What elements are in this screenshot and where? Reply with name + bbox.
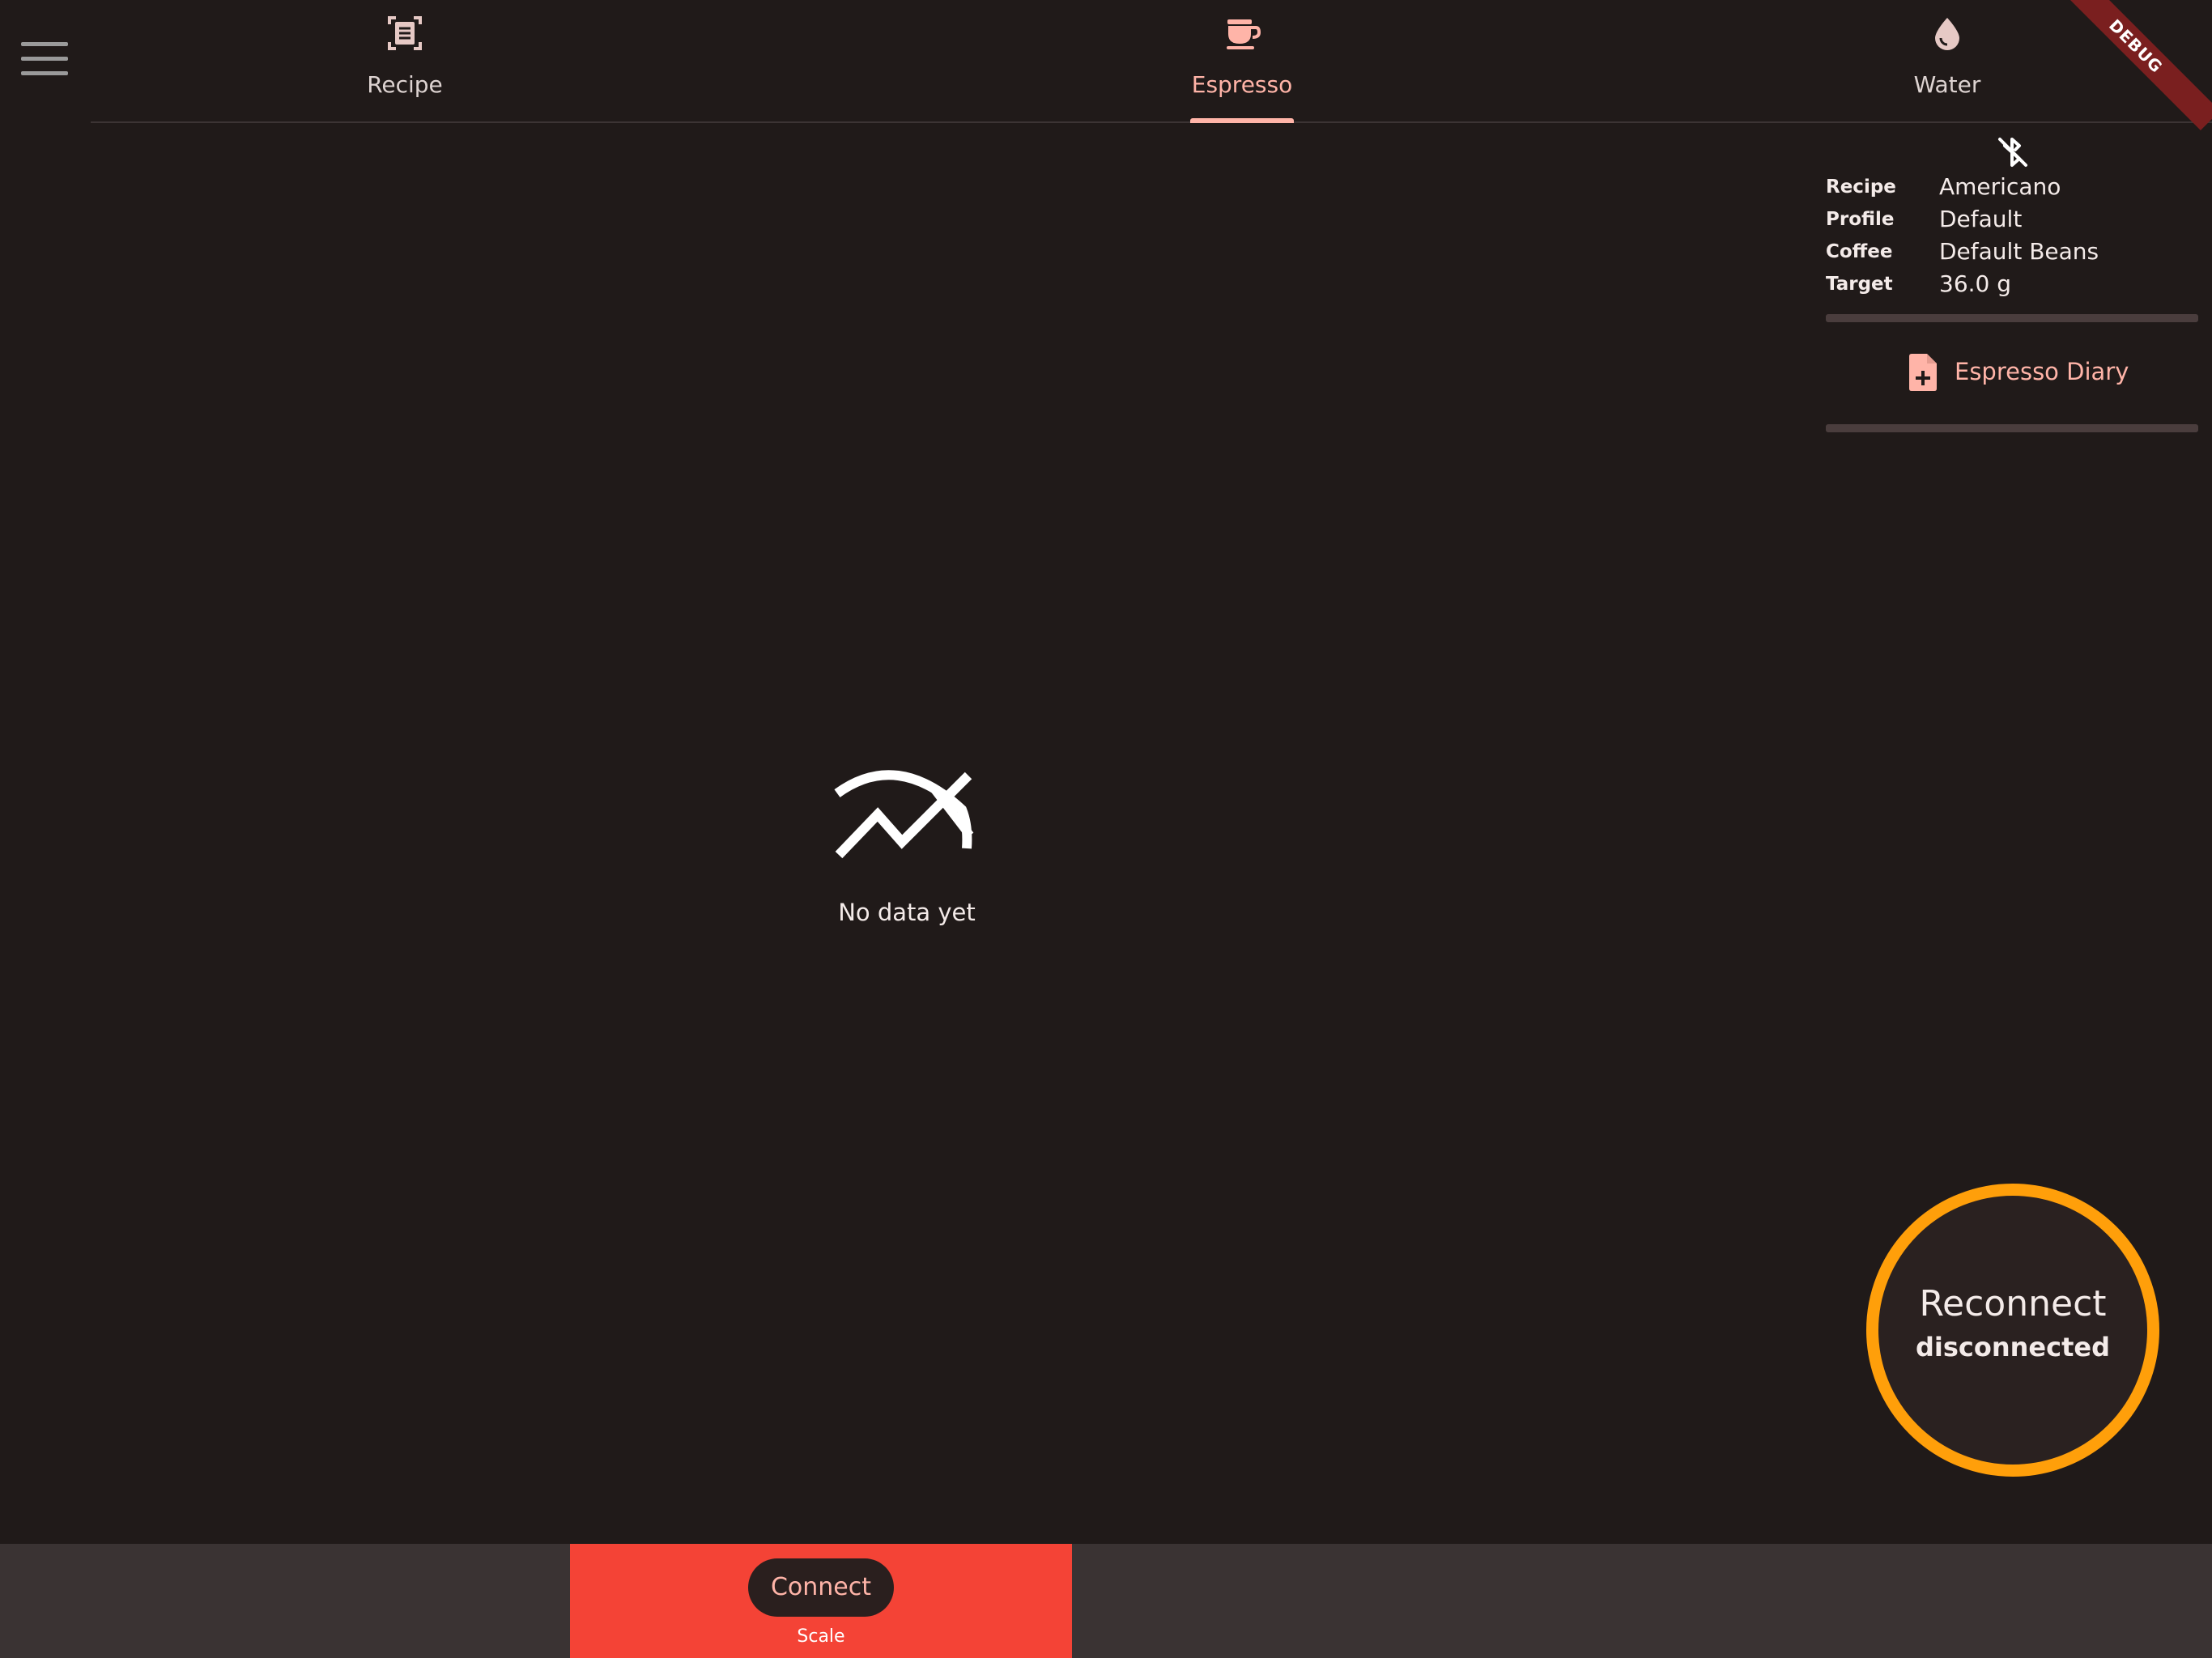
tab-water[interactable]: Water	[1818, 0, 2077, 121]
no-data-text: No data yet	[838, 899, 976, 926]
divider	[1826, 314, 2198, 322]
scale-panel: Connect Scale	[570, 1544, 1072, 1658]
bluetooth-disabled-icon[interactable]	[1995, 134, 2031, 170]
info-key: Recipe	[1826, 176, 1896, 198]
scale-label: Scale	[797, 1626, 845, 1647]
tab-label: Water	[1913, 71, 1981, 98]
water-drop-icon	[1935, 18, 1959, 50]
tab-espresso[interactable]: Espresso	[1112, 0, 1372, 123]
note-add-icon	[1909, 354, 1937, 391]
menu-icon[interactable]	[18, 39, 68, 83]
bottom-status-bar: Connect Scale	[0, 1544, 2212, 1658]
reconnect-label: Reconnect	[1919, 1283, 2107, 1324]
app-root: Recipe Espresso Water DEBUG Recipe Ameri…	[0, 0, 2212, 1658]
info-value: Americano	[1939, 173, 2061, 200]
coffee-cup-icon	[1227, 19, 1261, 49]
active-tab-indicator	[1190, 118, 1294, 123]
tab-label: Recipe	[367, 71, 443, 98]
connection-status: disconnected	[1915, 1332, 2110, 1363]
connect-scale-button[interactable]: Connect	[748, 1558, 894, 1617]
divider	[1826, 424, 2198, 432]
tab-recipe[interactable]: Recipe	[275, 0, 534, 121]
info-key: Profile	[1826, 209, 1895, 230]
reconnect-button[interactable]: Reconnect disconnected	[1866, 1184, 2159, 1477]
info-key: Coffee	[1826, 241, 1893, 262]
info-value: 36.0 g	[1939, 270, 2012, 297]
info-value: Default	[1939, 206, 2023, 232]
espresso-diary-label: Espresso Diary	[1955, 358, 2129, 385]
info-key: Target	[1826, 274, 1893, 295]
chart-off-icon	[834, 770, 974, 859]
info-value: Default Beans	[1939, 238, 2099, 265]
tab-bar: Recipe Espresso Water	[91, 0, 2212, 123]
tab-label: Espresso	[1191, 71, 1293, 98]
recipe-icon	[388, 16, 422, 50]
